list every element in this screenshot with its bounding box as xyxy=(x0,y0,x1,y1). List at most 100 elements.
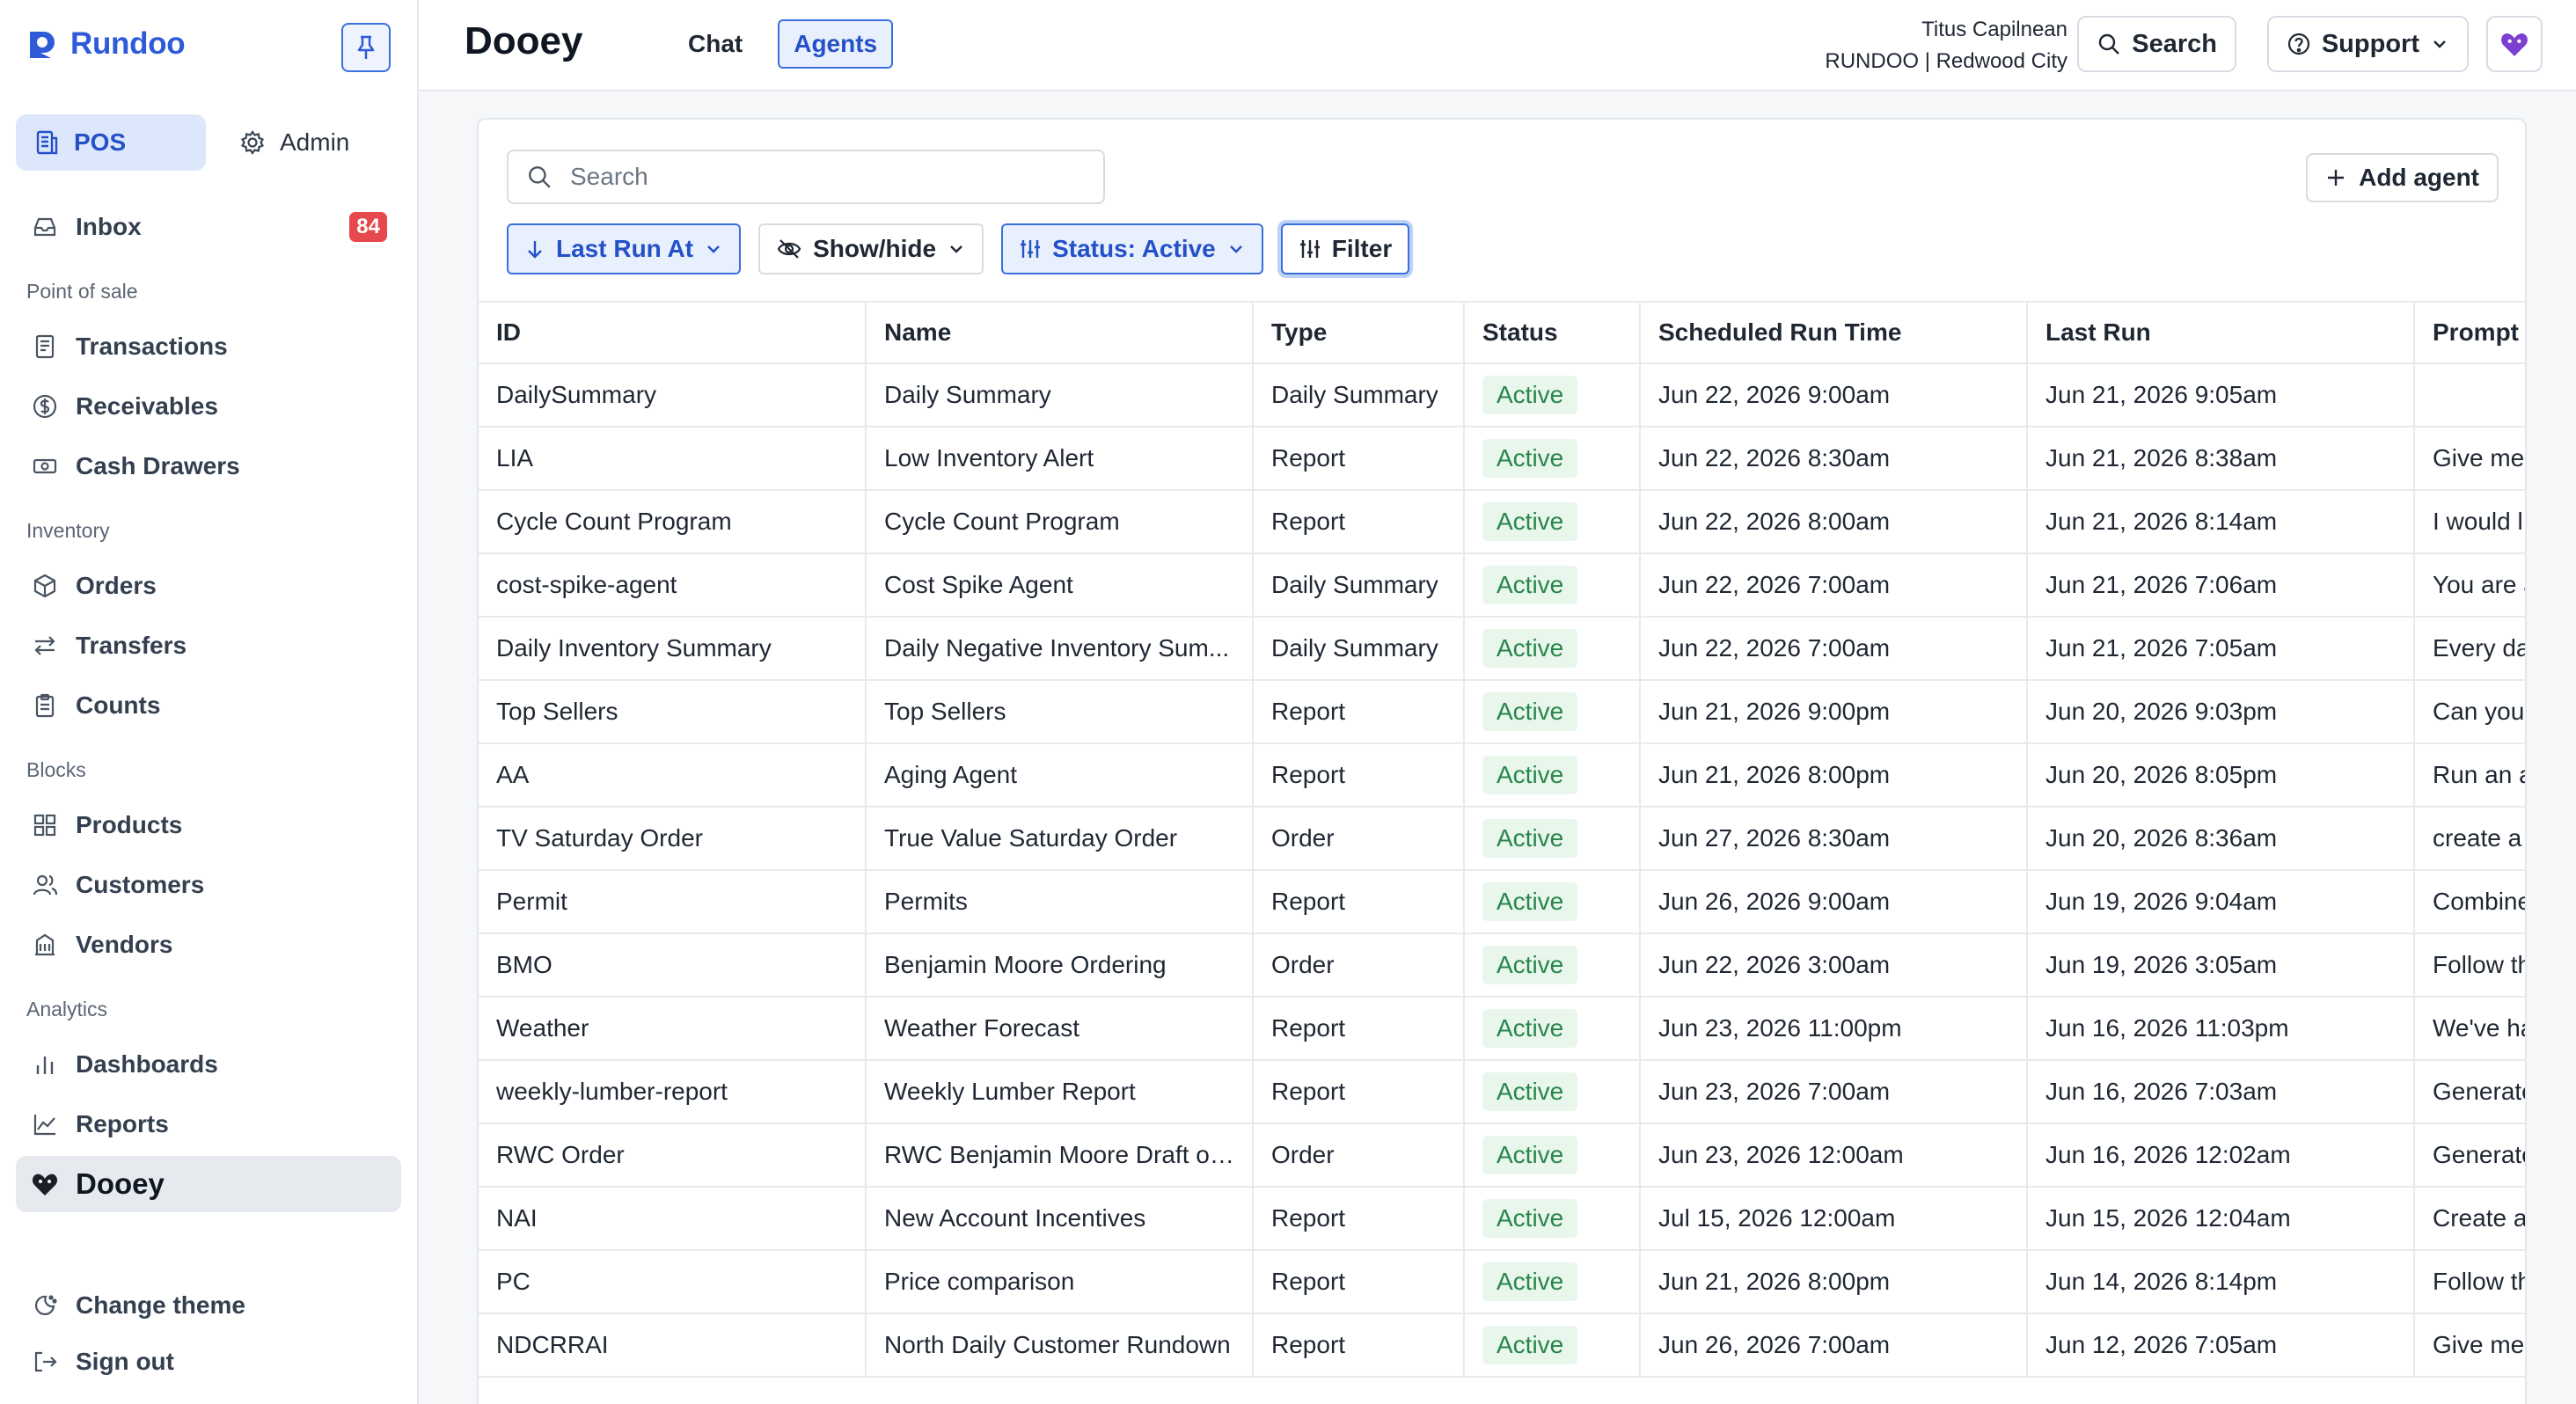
filter-button[interactable]: Filter xyxy=(1280,223,1410,274)
sidebar-item-customers[interactable]: Customers xyxy=(16,857,401,913)
status-filter-button[interactable]: Status: Active xyxy=(1001,223,1263,274)
status-cell: Active xyxy=(1464,1187,1641,1251)
name-cell: RWC Benjamin Moore Draft or... xyxy=(866,1123,1254,1188)
search-box[interactable] xyxy=(507,150,1105,204)
brand[interactable]: Rundoo xyxy=(26,26,186,62)
column-header-status[interactable]: Status xyxy=(1464,301,1641,364)
name-cell: Aging Agent xyxy=(866,743,1254,808)
scheduled-run-cell: Jun 23, 2026 12:00am xyxy=(1640,1123,2028,1188)
table-row[interactable]: AA Aging Agent Report Active Jun 21, 2026 8:… xyxy=(479,743,2525,808)
change-theme-button[interactable]: Change theme xyxy=(16,1277,401,1334)
support-button[interactable]: Support xyxy=(2266,16,2469,72)
column-header-last-run[interactable]: Last Run xyxy=(2027,301,2415,364)
sidebar-item-orders[interactable]: Orders xyxy=(16,558,401,614)
sidebar-item-label: Sign out xyxy=(76,1348,174,1375)
tab-chat[interactable]: Chat xyxy=(674,19,757,69)
table-row[interactable]: LIA Low Inventory Alert Report Active Jun 22… xyxy=(479,427,2525,491)
column-header-scheduled-run-time[interactable]: Scheduled Run Time xyxy=(1640,301,2028,364)
mode-pos-button[interactable]: POS xyxy=(16,114,206,171)
sidebar-item-receivables[interactable]: Receivables xyxy=(16,378,401,435)
rundoo-logo-icon xyxy=(26,28,58,60)
last-run-cell: Jun 16, 2026 11:03pm xyxy=(2027,997,2415,1061)
table-row[interactable]: Permit Permits Report Active Jun 26, 2026 9:… xyxy=(479,870,2525,934)
plus-icon xyxy=(2325,167,2346,188)
column-header-type[interactable]: Type xyxy=(1253,301,1465,364)
sidebar-item-label: Reports xyxy=(76,1110,169,1137)
table-row[interactable]: cost-spike-agent Cost Spike Agent Daily Su… xyxy=(479,553,2525,618)
global-search-button[interactable]: Search xyxy=(2077,16,2236,72)
assistant-avatar-button[interactable] xyxy=(2486,16,2543,72)
sidebar-item-vendors[interactable]: Vendors xyxy=(16,917,401,973)
table-row[interactable]: BMO Benjamin Moore Ordering Order Active Jun… xyxy=(479,933,2525,998)
id-cell: Top Sellers xyxy=(479,680,867,744)
scheduled-run-cell: Jun 22, 2026 7:00am xyxy=(1640,553,2028,618)
table-header-row: ID Name Type Status Scheduled Run Time L… xyxy=(479,301,2525,364)
column-header-prompt[interactable]: Prompt xyxy=(2414,301,2525,364)
table-row[interactable]: TV Saturday Order True Value Saturday Ord… xyxy=(479,807,2525,871)
sidebar-item-inbox[interactable]: Inbox 84 xyxy=(16,199,401,255)
status-filter-label: Status: Active xyxy=(1052,235,1216,262)
prompt-cell: create a xyxy=(2414,807,2525,871)
tab-agents[interactable]: Agents xyxy=(778,19,894,69)
table-row[interactable]: Weather Weather Forecast Report Active Jun 2… xyxy=(479,997,2525,1061)
status-badge: Active xyxy=(1482,566,1578,604)
status-badge: Active xyxy=(1482,756,1578,794)
table-row[interactable]: Cycle Count Program Cycle Count Program Re… xyxy=(479,490,2525,554)
id-cell: Permit xyxy=(479,870,867,934)
status-cell: Active xyxy=(1464,1250,1641,1314)
show-hide-button[interactable]: Show/hide xyxy=(758,223,984,274)
sidebar-item-reports[interactable]: Reports xyxy=(16,1096,401,1152)
search-input[interactable] xyxy=(568,162,1065,192)
table-row[interactable]: Top Sellers Top Sellers Report Active Jun 21… xyxy=(479,680,2525,744)
table-row[interactable]: weekly-lumber-report Weekly Lumber Report… xyxy=(479,1060,2525,1124)
sidebar-item-dashboards[interactable]: Dashboards xyxy=(16,1036,401,1093)
type-cell: Daily Summary xyxy=(1253,617,1465,681)
section-label-point-of-sale: Point of sale xyxy=(26,280,138,303)
table-body: DailySummary Daily Summary Daily Summary Ac… xyxy=(479,363,2525,1378)
type-cell: Order xyxy=(1253,933,1465,998)
mode-admin-button[interactable]: Admin xyxy=(222,114,367,171)
sidebar-item-products[interactable]: Products xyxy=(16,797,401,853)
table-row[interactable]: RWC Order RWC Benjamin Moore Draft or... O… xyxy=(479,1123,2525,1188)
status-badge: Active xyxy=(1482,1009,1578,1048)
type-cell: Report xyxy=(1253,1187,1465,1251)
sidebar-item-transactions[interactable]: Transactions xyxy=(16,318,401,375)
help-circle-icon xyxy=(2287,32,2311,56)
building-icon xyxy=(30,930,60,960)
status-badge: Active xyxy=(1482,502,1578,541)
sidebar-item-cash-drawers[interactable]: Cash Drawers xyxy=(16,438,401,494)
status-badge: Active xyxy=(1482,819,1578,858)
sidebar-item-label: Transfers xyxy=(76,632,187,659)
add-agent-button[interactable]: Add agent xyxy=(2306,153,2499,202)
show-hide-label: Show/hide xyxy=(813,235,937,262)
table-row[interactable]: NAI New Account Incentives Report Active Jul… xyxy=(479,1187,2525,1251)
name-cell: Daily Negative Inventory Sum... xyxy=(866,617,1254,681)
sort-button[interactable]: Last Run At xyxy=(507,223,742,274)
sign-out-icon xyxy=(30,1347,60,1377)
support-label: Support xyxy=(2321,29,2419,58)
last-run-cell: Jun 14, 2026 8:14pm xyxy=(2027,1250,2415,1314)
column-header-name[interactable]: Name xyxy=(866,301,1254,364)
table-row[interactable]: DailySummary Daily Summary Daily Summary Ac… xyxy=(479,363,2525,428)
agents-panel: Add agent Last Run At Show/hide Status: … xyxy=(477,118,2527,1404)
sign-out-button[interactable]: Sign out xyxy=(16,1334,401,1390)
sidebar-item-dooey[interactable]: Dooey xyxy=(16,1156,401,1212)
scheduled-run-cell: Jun 21, 2026 8:00pm xyxy=(1640,743,2028,808)
sidebar-item-label: Vendors xyxy=(76,931,173,958)
last-run-cell: Jun 16, 2026 7:03am xyxy=(2027,1060,2415,1124)
name-cell: Weekly Lumber Report xyxy=(866,1060,1254,1124)
prompt-cell: Every da xyxy=(2414,617,2525,681)
sidebar-item-transfers[interactable]: Transfers xyxy=(16,618,401,674)
sidebar-item-label: Dashboards xyxy=(76,1050,218,1078)
table-row[interactable]: Daily Inventory Summary Daily Negative In… xyxy=(479,617,2525,681)
table-row[interactable]: NDCRRAI North Daily Customer Rundown Repor… xyxy=(479,1313,2525,1378)
last-run-cell: Jun 15, 2026 12:04am xyxy=(2027,1187,2415,1251)
column-header-id[interactable]: ID xyxy=(479,301,867,364)
box-icon xyxy=(30,571,60,601)
type-cell: Order xyxy=(1253,807,1465,871)
table-row[interactable]: PC Price comparison Report Active Jun 21, 20… xyxy=(479,1250,2525,1314)
pin-sidebar-button[interactable] xyxy=(341,23,391,72)
scheduled-run-cell: Jun 22, 2026 8:00am xyxy=(1640,490,2028,554)
last-run-cell: Jun 21, 2026 8:38am xyxy=(2027,427,2415,491)
sidebar-item-counts[interactable]: Counts xyxy=(16,677,401,734)
